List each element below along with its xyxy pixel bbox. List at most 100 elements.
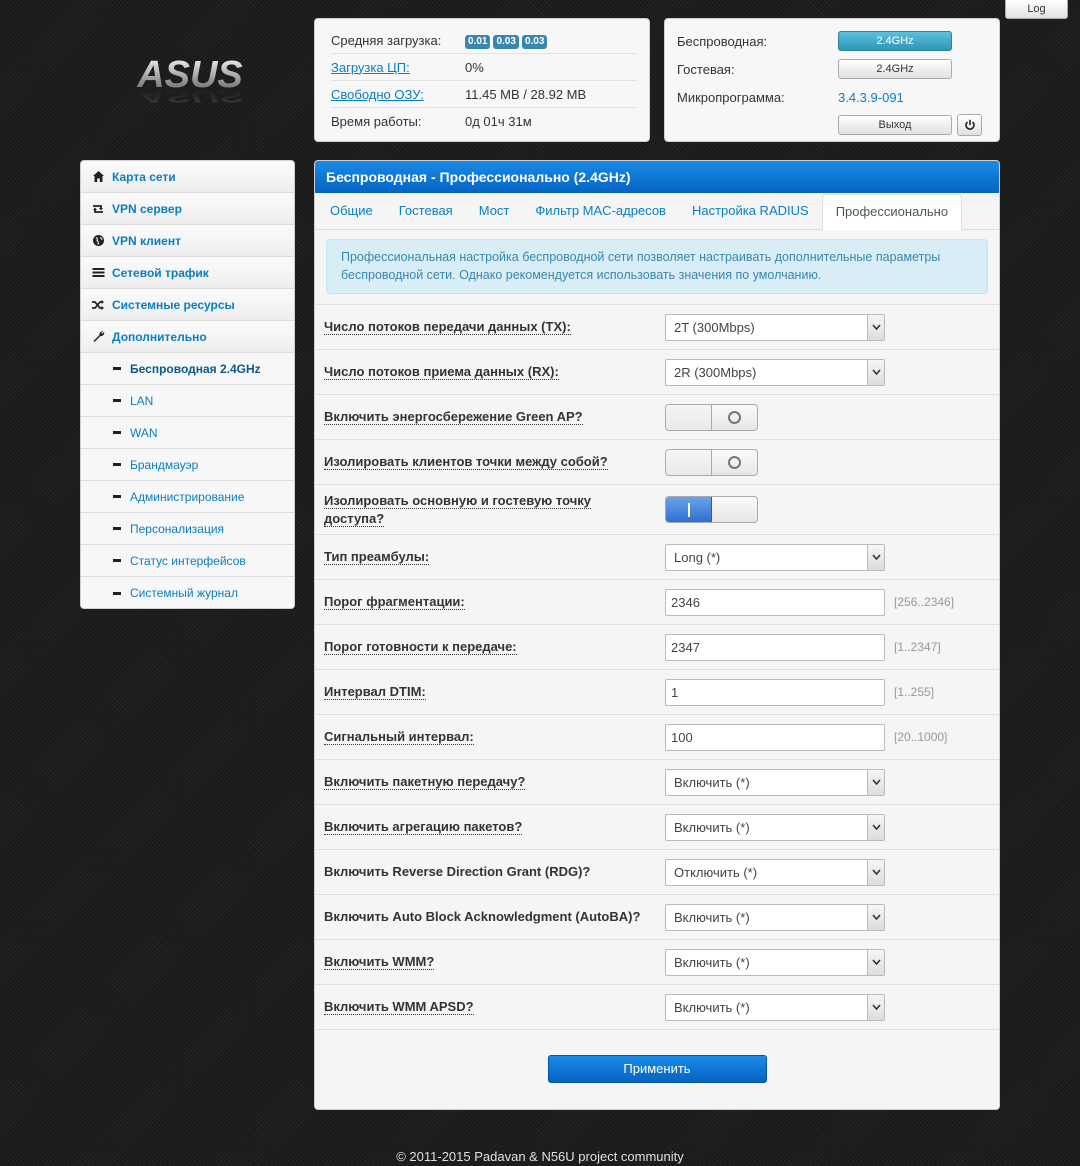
rx-streams-row: Число потоков приема данных (RX): 2R (30… bbox=[315, 349, 999, 394]
autoba-select[interactable]: Включить (*) bbox=[665, 903, 885, 931]
apply-bar: Применить bbox=[315, 1029, 999, 1109]
sidebar-item-advanced[interactable]: Дополнительно bbox=[81, 321, 294, 353]
beacon-interval-input[interactable]: 100 bbox=[665, 723, 885, 751]
wmm-apsd-select[interactable]: Включить (*) bbox=[665, 993, 885, 1021]
load-average-row: Средняя загрузка: 0.01 0.03 0.03 bbox=[331, 27, 637, 54]
chevron-down-icon bbox=[867, 359, 884, 385]
aggregation-select[interactable]: Включить (*) bbox=[665, 813, 885, 841]
beacon-interval-row: Сигнальный интервал: 100 [20..1000] bbox=[315, 714, 999, 759]
frag-threshold-row: Порог фрагментации: 2346 [256..2346] bbox=[315, 579, 999, 624]
wireless-band-button[interactable]: 2.4GHz bbox=[838, 31, 952, 51]
isolate-clients-toggle[interactable] bbox=[665, 448, 758, 476]
tx-streams-select[interactable]: 2T (300Mbps) bbox=[665, 313, 885, 341]
wmm-apsd-value: Включить (*) bbox=[674, 999, 750, 1015]
free-ram-value: 11.45 MB / 28.92 MB bbox=[465, 86, 587, 102]
isolate-clients-label: Изолировать клиентов точки между собой? bbox=[324, 454, 608, 470]
power-icon bbox=[964, 119, 975, 130]
globe-icon bbox=[91, 234, 105, 248]
chevron-down-icon bbox=[867, 769, 884, 795]
sidebar-item-label: Дополнительно bbox=[112, 329, 207, 344]
chevron-down-icon bbox=[867, 859, 884, 885]
sidebar-subitem-customization[interactable]: Персонализация bbox=[81, 513, 294, 545]
rdg-row: Включить Reverse Direction Grant (RDG)? … bbox=[315, 849, 999, 894]
aggregation-row: Включить агрегацию пакетов? Включить (*) bbox=[315, 804, 999, 849]
green-ap-row: Включить энергосбережение Green AP? bbox=[315, 394, 999, 439]
preamble-select[interactable]: Long (*) bbox=[665, 543, 885, 571]
firmware-label: Микропрограмма: bbox=[677, 89, 785, 105]
apply-button[interactable]: Применить bbox=[547, 1055, 767, 1083]
rts-threshold-row: Порог готовности к передаче: 2347 [1..23… bbox=[315, 624, 999, 669]
tab-general[interactable]: Общие bbox=[317, 194, 386, 229]
sidebar-item-vpn-server[interactable]: VPN сервер bbox=[81, 193, 294, 225]
sidebar-subitem-interface-status[interactable]: Статус интерфейсов bbox=[81, 545, 294, 577]
guest-band-button[interactable]: 2.4GHz bbox=[838, 59, 952, 79]
sidebar-subitem-lan[interactable]: LAN bbox=[81, 385, 294, 417]
chevron-down-icon bbox=[867, 904, 884, 930]
dtim-input[interactable]: 1 bbox=[665, 678, 885, 706]
wmm-label: Включить WMM? bbox=[324, 954, 435, 970]
rts-threshold-input[interactable]: 2347 bbox=[665, 633, 885, 661]
burst-select[interactable]: Включить (*) bbox=[665, 768, 885, 796]
off-icon bbox=[728, 455, 741, 469]
sidebar-item-network-map[interactable]: Карта сети bbox=[81, 161, 294, 193]
tab-bar: Общие Гостевая Мост Фильтр MAC-адресов Н… bbox=[315, 193, 999, 230]
green-ap-toggle[interactable] bbox=[665, 403, 758, 431]
sidebar-subitem-label: Администрирование bbox=[130, 489, 245, 504]
frag-threshold-input[interactable]: 2346 bbox=[665, 588, 885, 616]
rdg-select[interactable]: Отключить (*) bbox=[665, 858, 885, 886]
isolate-guest-row: Изолировать основную и гостевую точку до… bbox=[315, 484, 999, 534]
cpu-load-link[interactable]: Загрузка ЦП: bbox=[331, 60, 465, 75]
logout-button[interactable]: Выход bbox=[838, 115, 952, 135]
guest-row: Гостевая: 2.4GHz bbox=[677, 55, 987, 83]
dash-icon bbox=[113, 591, 121, 595]
tab-bridge[interactable]: Мост bbox=[466, 194, 523, 229]
sidebar-subitem-wan[interactable]: WAN bbox=[81, 417, 294, 449]
tx-streams-label: Число потоков передачи данных (TX): bbox=[324, 319, 571, 335]
load-average-label: Средняя загрузка: bbox=[331, 32, 442, 48]
chevron-down-icon bbox=[867, 994, 884, 1020]
sidebar-subitem-firewall[interactable]: Брандмауэр bbox=[81, 449, 294, 481]
chevron-down-icon bbox=[867, 314, 884, 340]
tab-radius[interactable]: Настройка RADIUS bbox=[679, 194, 822, 229]
ram-row: Свободно ОЗУ: 11.45 MB / 28.92 MB bbox=[331, 81, 637, 108]
cpu-load-value: 0% bbox=[465, 59, 484, 75]
sidebar-subitem-label: LAN bbox=[130, 393, 154, 408]
tab-mac-filter[interactable]: Фильтр MAC-адресов bbox=[522, 194, 679, 229]
sidebar-subitem-system-log[interactable]: Системный журнал bbox=[81, 577, 294, 608]
sidebar-item-vpn-client[interactable]: VPN клиент bbox=[81, 225, 294, 257]
tab-professional[interactable]: Профессионально bbox=[821, 194, 963, 230]
firmware-version-link[interactable]: 3.4.3.9-091 bbox=[838, 90, 904, 105]
sidebar-subitem-wireless-24[interactable]: Беспроводная 2.4GHz bbox=[81, 353, 294, 385]
sidebar-item-label: Системные ресурсы bbox=[112, 297, 235, 312]
preamble-row: Тип преамбулы: Long (*) bbox=[315, 534, 999, 579]
rts-threshold-hint: [1..2347] bbox=[894, 640, 941, 654]
rdg-value: Отключить (*) bbox=[674, 864, 758, 880]
wrench-icon bbox=[91, 330, 105, 344]
power-button[interactable] bbox=[957, 114, 982, 136]
load-average-values: 0.01 0.03 0.03 bbox=[465, 32, 550, 49]
guest-label: Гостевая: bbox=[677, 61, 735, 77]
sidebar-nav: Карта сети VPN сервер VPN клиент Сетевой… bbox=[80, 160, 295, 609]
sidebar-subitem-label: Статус интерфейсов bbox=[130, 553, 246, 568]
page-title: Беспроводная - Профессионально (2.4GHz) bbox=[315, 161, 999, 193]
wmm-select[interactable]: Включить (*) bbox=[665, 948, 885, 976]
log-button[interactable]: Log bbox=[1005, 0, 1068, 19]
aggregation-value: Включить (*) bbox=[674, 819, 750, 835]
exit-row: Выход bbox=[677, 111, 987, 139]
off-icon bbox=[728, 410, 741, 424]
free-ram-link[interactable]: Свободно ОЗУ: bbox=[331, 87, 465, 102]
burst-row: Включить пакетную передачу? Включить (*) bbox=[315, 759, 999, 804]
sidebar-subitem-label: Персонализация bbox=[130, 521, 225, 536]
rx-streams-select[interactable]: 2R (300Mbps) bbox=[665, 358, 885, 386]
sidebar-item-traffic[interactable]: Сетевой трафик bbox=[81, 257, 294, 289]
footer-copyright: © 2011-2015 Padavan & N56U project commu… bbox=[396, 1149, 684, 1164]
sidebar-item-system-resources[interactable]: Системные ресурсы bbox=[81, 289, 294, 321]
isolate-guest-toggle[interactable] bbox=[665, 496, 758, 523]
chevron-down-icon bbox=[867, 814, 884, 840]
dtim-hint: [1..255] bbox=[894, 685, 935, 699]
autoba-row: Включить Auto Block Acknowledgment (Auto… bbox=[315, 894, 999, 939]
on-icon bbox=[687, 502, 690, 517]
wmm-value: Включить (*) bbox=[674, 954, 750, 970]
sidebar-subitem-administration[interactable]: Администрирование bbox=[81, 481, 294, 513]
tab-guest[interactable]: Гостевая bbox=[386, 194, 466, 229]
